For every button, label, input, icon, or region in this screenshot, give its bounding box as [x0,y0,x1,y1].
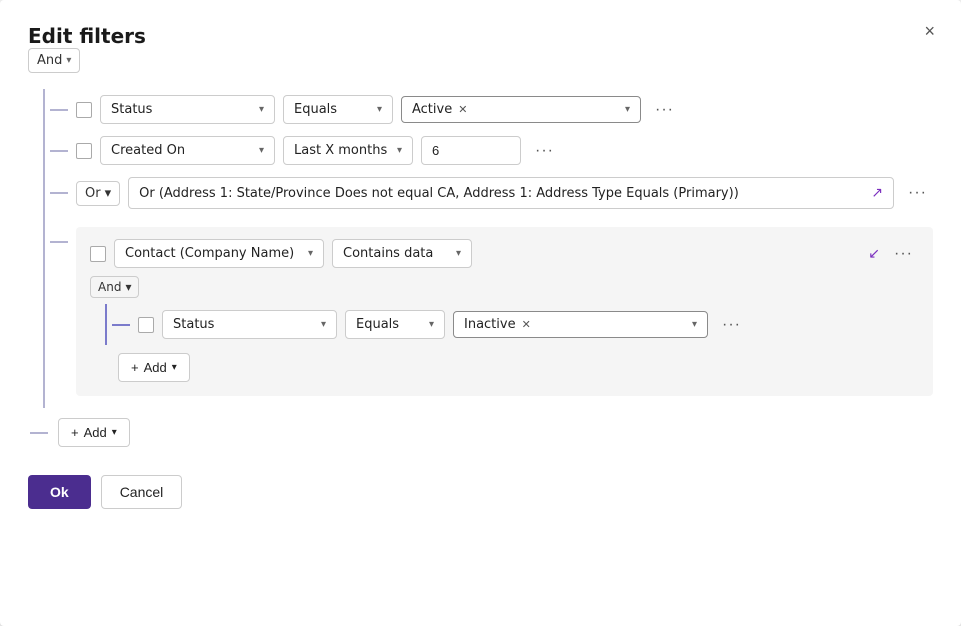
nested-inner-field-select[interactable]: Status ▾ [162,310,337,339]
top-and-chevron: ▾ [66,55,71,66]
nested-and-chevron: ▾ [125,280,131,294]
row2-condition-select[interactable]: Last X months ▾ [283,136,413,165]
filter-row-1: Status ▾ Equals ▾ Active ✕ ▾ ··· [50,89,933,130]
row1-field-select[interactable]: Status ▾ [100,95,275,124]
row1-checkbox[interactable] [76,102,92,118]
nested-group: Contact (Company Name) ▾ Contains data ▾… [76,227,933,396]
nested-inner-value-tag: Inactive ✕ [464,317,531,332]
row1-condition-chevron: ▾ [377,104,382,115]
row1-more-button[interactable]: ··· [649,97,680,123]
row1-condition-select[interactable]: Equals ▾ [283,95,393,124]
nested-checkbox[interactable] [90,246,106,262]
nested-inner-condition-select[interactable]: Equals ▾ [345,310,445,339]
nested-inner-field-chevron: ▾ [321,319,326,330]
nested-inner-value-field[interactable]: Inactive ✕ ▾ [453,311,708,338]
nested-group-header: Contact (Company Name) ▾ Contains data ▾… [90,239,919,268]
nested-add-chevron: ▾ [172,362,177,373]
nested-group-row: Contact (Company Name) ▾ Contains data ▾… [50,215,933,408]
top-and-badge[interactable]: And ▾ [28,48,80,73]
nested-condition-chevron: ▾ [456,248,461,259]
nested-more-button[interactable]: ··· [888,241,919,267]
bottom-add-button[interactable]: + Add ▾ [58,418,130,447]
or-more-button[interactable]: ··· [902,180,933,206]
nested-inner-value-chevron: ▾ [692,319,697,330]
or-badge[interactable]: Or ▾ [76,181,120,206]
cancel-button[interactable]: Cancel [101,475,183,509]
row2-value-input[interactable] [421,136,521,165]
nested-field-chevron: ▾ [308,248,313,259]
or-expand-icon[interactable]: ↗ [871,185,883,201]
nested-inner-checkbox[interactable] [138,317,154,333]
row1-value-remove[interactable]: ✕ [458,103,467,116]
nested-condition-select[interactable]: Contains data ▾ [332,239,472,268]
or-chevron: ▾ [105,186,112,201]
footer: Ok Cancel [28,475,933,509]
or-description: Or (Address 1: State/Province Does not e… [128,177,894,209]
edit-filters-dialog: Edit filters × And ▾ Status ▾ Equals [0,0,961,626]
row2-field-select[interactable]: Created On ▾ [100,136,275,165]
nested-add-button[interactable]: + Add ▾ [118,353,190,382]
bottom-add-chevron: ▾ [112,427,117,438]
ok-button[interactable]: Ok [28,475,91,509]
nested-shrink-icon[interactable]: ↙ [868,246,880,262]
row1-value-field[interactable]: Active ✕ ▾ [401,96,641,123]
nested-field-select[interactable]: Contact (Company Name) ▾ [114,239,324,268]
filter-row-2: Created On ▾ Last X months ▾ ··· [50,130,933,171]
nested-inner-more-button[interactable]: ··· [716,312,747,338]
nested-inner-row: Status ▾ Equals ▾ Inactive [112,304,919,345]
row1-value-tag: Active ✕ [412,102,467,117]
close-button[interactable]: × [918,20,941,42]
dialog-title: Edit filters [28,24,146,48]
nested-inner-value-remove[interactable]: ✕ [522,318,531,331]
row1-field-chevron: ▾ [259,104,264,115]
row2-condition-chevron: ▾ [397,145,402,156]
nested-inner-condition-chevron: ▾ [429,319,434,330]
nested-and-badge[interactable]: And ▾ [90,276,139,298]
row2-more-button[interactable]: ··· [529,138,560,164]
row2-field-chevron: ▾ [259,145,264,156]
bottom-add-row: + Add ▾ [28,418,933,447]
row2-checkbox[interactable] [76,143,92,159]
or-row: Or ▾ Or (Address 1: State/Province Does … [50,171,933,215]
row1-value-chevron: ▾ [625,104,630,115]
